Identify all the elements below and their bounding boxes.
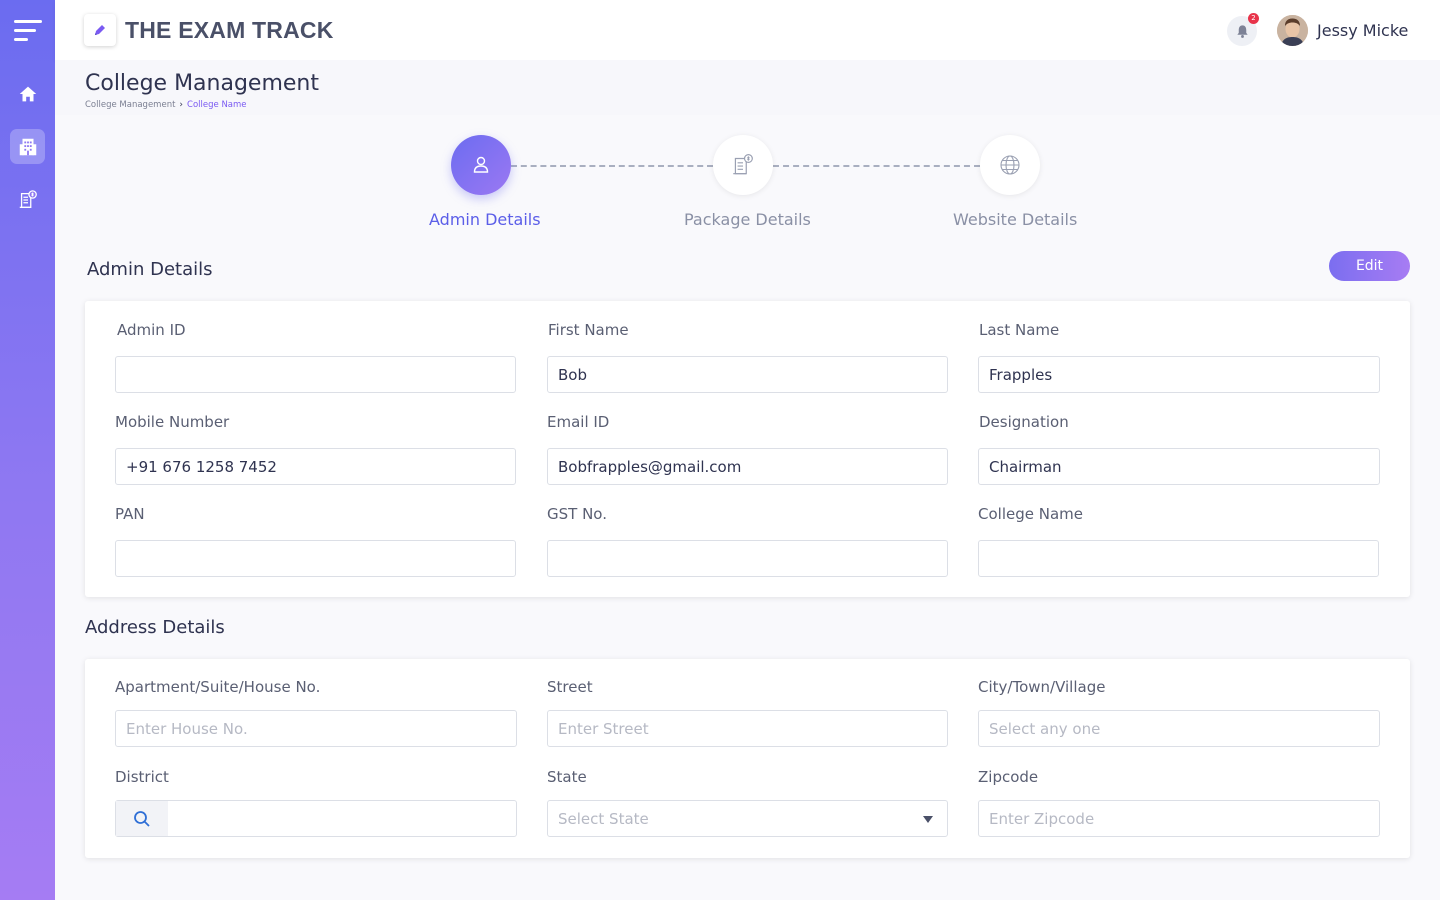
mobile-input[interactable]	[115, 448, 516, 485]
stepper-connector	[773, 165, 980, 167]
city-label: City/Town/Village	[978, 678, 1106, 696]
user-icon	[473, 156, 489, 173]
step-website-details[interactable]	[980, 135, 1040, 195]
college-name-input[interactable]	[978, 540, 1379, 577]
first-name-label: First Name	[548, 321, 629, 339]
main-content: Admin Details Package Details Website De…	[55, 115, 1440, 900]
pan-input[interactable]	[115, 540, 516, 577]
state-select[interactable]: Select State	[547, 800, 948, 837]
mobile-label: Mobile Number	[115, 413, 230, 431]
house-label: Apartment/Suite/House No.	[115, 678, 321, 696]
chevron-right-icon: ›	[179, 100, 184, 110]
building-icon	[19, 138, 36, 155]
pen-logo-icon	[95, 25, 105, 35]
admin-details-card: Admin ID First Name Last Name Mobile Num…	[85, 301, 1410, 597]
sidebar-item-home[interactable]	[10, 76, 45, 111]
address-section-title: Address Details	[85, 617, 225, 638]
gst-label: GST No.	[547, 505, 607, 523]
caret-down-icon	[923, 816, 933, 823]
breadcrumb-current: College Name	[187, 100, 247, 110]
app-title: THE EXAM TRACK	[125, 17, 334, 43]
street-label: Street	[547, 678, 593, 696]
notification-button[interactable]: 2	[1227, 13, 1259, 46]
search-icon[interactable]	[116, 801, 168, 836]
district-input[interactable]	[169, 801, 514, 836]
hamburger-menu-icon[interactable]	[14, 20, 42, 42]
designation-label: Designation	[979, 413, 1069, 431]
breadcrumb-item[interactable]: College Management	[85, 100, 175, 110]
designation-input[interactable]	[978, 448, 1380, 485]
email-input[interactable]	[547, 448, 948, 485]
globe-icon	[1000, 155, 1020, 175]
admin-section-title: Admin Details	[87, 259, 213, 280]
breadcrumb: College Management › College Name	[85, 100, 247, 110]
city-input[interactable]	[978, 710, 1380, 747]
topbar: THE EXAM TRACK 2 Jessy Micke	[55, 0, 1440, 60]
notification-badge: 2	[1248, 13, 1259, 24]
edit-button[interactable]: Edit	[1329, 251, 1410, 281]
step-package-details[interactable]	[713, 135, 773, 195]
admin-id-label: Admin ID	[117, 321, 186, 339]
step-admin-details[interactable]	[451, 135, 511, 195]
street-input[interactable]	[547, 710, 948, 747]
app-logo[interactable]	[84, 14, 116, 46]
home-icon	[19, 86, 36, 101]
college-name-label: College Name	[978, 505, 1083, 523]
user-avatar[interactable]	[1277, 15, 1308, 46]
bell-icon	[1236, 25, 1248, 38]
step-label-admin[interactable]: Admin Details	[429, 210, 541, 229]
sidebar-item-college[interactable]	[10, 129, 45, 164]
page-title: College Management	[85, 71, 319, 96]
user-name[interactable]: Jessy Micke	[1317, 21, 1408, 40]
state-select-placeholder: Select State	[558, 810, 649, 828]
step-label-package[interactable]: Package Details	[684, 210, 811, 229]
sidebar-item-billing[interactable]	[10, 182, 45, 217]
last-name-input[interactable]	[978, 356, 1380, 393]
district-search[interactable]	[115, 800, 517, 837]
invoice-icon	[733, 154, 753, 175]
pan-label: PAN	[115, 505, 145, 523]
district-label: District	[115, 768, 169, 786]
last-name-label: Last Name	[979, 321, 1060, 339]
zipcode-input[interactable]	[978, 800, 1380, 837]
page-header: College Management College Management › …	[55, 60, 1440, 115]
gst-input[interactable]	[547, 540, 948, 577]
invoice-icon	[19, 189, 37, 208]
sidebar	[0, 0, 55, 900]
house-input[interactable]	[115, 710, 517, 747]
email-label: Email ID	[547, 413, 610, 431]
admin-id-input[interactable]	[115, 356, 516, 393]
first-name-input[interactable]	[547, 356, 948, 393]
state-label: State	[547, 768, 587, 786]
stepper-connector	[511, 165, 713, 167]
step-label-website[interactable]: Website Details	[953, 210, 1077, 229]
address-details-card: Apartment/Suite/House No. Street City/To…	[85, 659, 1410, 858]
zipcode-label: Zipcode	[978, 768, 1039, 786]
